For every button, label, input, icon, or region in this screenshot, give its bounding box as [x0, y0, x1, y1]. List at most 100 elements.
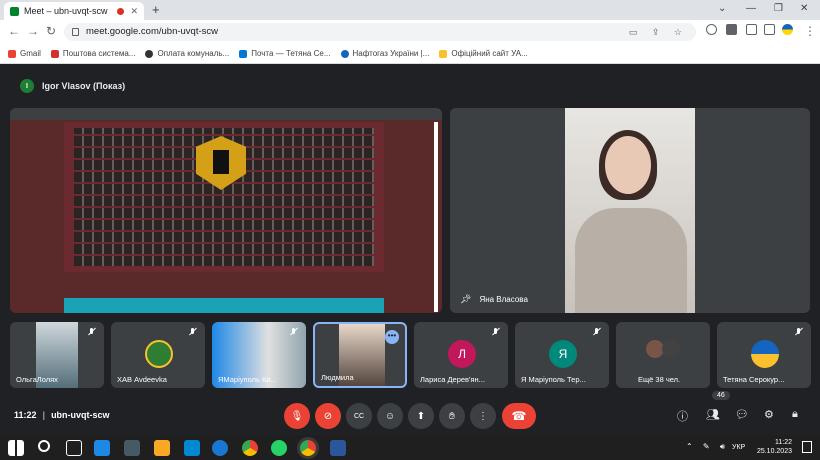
participants-count-badge: 46	[712, 391, 730, 400]
search-icon[interactable]	[38, 440, 50, 452]
word-icon[interactable]	[330, 440, 346, 456]
windows-taskbar: ⌃ ✎ 🔊︎ УКР 11:22 25.10.2023	[0, 435, 820, 460]
meet-favicon-icon	[10, 6, 19, 16]
speaker-video	[565, 108, 695, 313]
tab-title: Meet – ubn-uvqt-scw	[24, 6, 108, 16]
activities-icon[interactable]: ⚙︎	[764, 408, 774, 421]
participant-tile-active[interactable]: ••• Людмила	[313, 322, 407, 388]
whatsapp-icon[interactable]	[271, 440, 287, 456]
participant-tile[interactable]: Тетяна Серокур...	[717, 322, 811, 388]
bookmark-gmail[interactable]: Gmail	[8, 49, 41, 58]
meeting-info: 11:22 | ubn-uvqt-scw	[14, 410, 110, 420]
participant-avatar: Я	[549, 340, 577, 368]
reading-list-icon[interactable]	[746, 24, 757, 35]
more-options-button[interactable]: ⋮	[470, 403, 496, 429]
back-button[interactable]: ←	[8, 24, 20, 38]
new-tab-button[interactable]: +	[152, 2, 160, 18]
shared-window-titlebar	[10, 108, 442, 120]
meet-stage: I Igor Vlasov (Показ) 📌︎ Яна Власова Оль…	[0, 65, 820, 435]
task-view-icon[interactable]	[66, 440, 82, 456]
reactions-button[interactable]: ☺	[377, 403, 403, 429]
leave-call-button[interactable]: ☎︎	[502, 403, 536, 429]
minimize-button[interactable]: —	[746, 3, 756, 14]
edge-browser-icon[interactable]	[212, 440, 228, 456]
notifications-icon[interactable]	[802, 441, 812, 453]
present-button[interactable]: ⬆	[408, 403, 434, 429]
screen-share-view[interactable]	[10, 108, 442, 313]
url-text: meet.google.com/ubn-uvqt-scw	[86, 26, 219, 37]
chrome-icon[interactable]	[242, 440, 258, 456]
participant-tile[interactable]: Л Лариса Дерев'ян...	[414, 322, 508, 388]
side-panel-icon[interactable]	[764, 24, 775, 35]
presenter-avatar: I	[20, 79, 34, 93]
bookmark-mail-system[interactable]: Поштова система...	[50, 49, 135, 58]
restore-button[interactable]: ❐	[774, 3, 783, 14]
reload-button[interactable]: ↻	[46, 24, 56, 38]
puzzle-icon[interactable]	[726, 24, 737, 35]
participant-avatar: Л	[448, 340, 476, 368]
close-tab-icon[interactable]: ✕	[130, 6, 138, 17]
mic-off-icon	[492, 328, 500, 336]
more-options-icon[interactable]: •••	[385, 330, 399, 344]
more-participants-tile[interactable]: Ещё 38 чел.	[616, 322, 710, 388]
forward-button[interactable]: →	[27, 24, 39, 38]
profile-avatar[interactable]	[782, 24, 793, 35]
participant-tile[interactable]: ХАВ Avdeevka	[111, 322, 205, 388]
participant-emblem	[145, 340, 173, 368]
tab-strip: Meet – ubn-uvqt-scw ✕ + ⌄ — ❐ ✕	[0, 0, 820, 20]
people-icon[interactable]: 👥︎	[706, 408, 720, 421]
info-icon[interactable]: ⓘ	[677, 408, 688, 424]
captions-button[interactable]: CC	[346, 403, 372, 429]
mic-toggle-button[interactable]: 🎙︎	[284, 403, 310, 429]
lock-icon	[72, 28, 79, 36]
speaker-tile[interactable]: 📌︎ Яна Власова	[450, 108, 810, 313]
presenter-header: I Igor Vlasov (Показ)	[20, 79, 125, 93]
tray-clock[interactable]: 11:22 25.10.2023	[757, 438, 792, 456]
url-field[interactable]: meet.google.com/ubn-uvqt-scw ▭ ⇪ ☆	[64, 23, 696, 41]
trident-icon	[439, 49, 448, 58]
outlook-icon	[239, 49, 248, 58]
speaker-name-label: 📌︎ Яна Власова	[460, 294, 528, 305]
memorial-slide-image	[64, 122, 384, 272]
meeting-controls: 11:22 | ubn-uvqt-scw 🎙︎ ⊘ CC ☺ ⬆ ✋︎ ⋮ ☎︎ ⓘ…	[0, 391, 820, 435]
close-window-button[interactable]: ✕	[800, 3, 808, 14]
tray-icons[interactable]: ⌃ ✎ 🔊︎	[686, 442, 729, 452]
participant-tile[interactable]: ЯМаріуполь Ки...	[212, 322, 306, 388]
file-explorer-icon[interactable]	[154, 440, 170, 456]
address-bar-row: ← → ↻ meet.google.com/ubn-uvqt-scw ▭ ⇪ ☆…	[0, 20, 820, 44]
input-language[interactable]: УКР	[732, 444, 745, 451]
windows-start-icon[interactable]	[8, 440, 24, 456]
participant-avatar	[751, 340, 779, 368]
recording-icon	[117, 7, 125, 15]
edge-icon[interactable]	[94, 440, 110, 456]
tab-search-icon[interactable]: ⌄	[718, 3, 726, 14]
shared-scrollbar	[434, 122, 438, 312]
naftogaz-icon	[340, 49, 349, 58]
tab-meet[interactable]: Meet – ubn-uvqt-scw ✕	[4, 2, 144, 20]
camera-toggle-button[interactable]: ⊘	[315, 403, 341, 429]
mail-icon	[50, 49, 59, 58]
gmail-icon	[8, 49, 16, 58]
presenter-label: Igor Vlasov (Показ)	[42, 81, 126, 91]
extension-icon[interactable]	[706, 24, 717, 35]
raise-hand-button[interactable]: ✋︎	[439, 403, 465, 429]
omnibox-icons[interactable]: ▭ ⇪ ☆	[629, 23, 688, 41]
chat-icon[interactable]: 💬︎	[735, 408, 749, 421]
app-icon[interactable]	[124, 440, 140, 456]
store-icon[interactable]	[184, 440, 200, 456]
chrome-active-icon[interactable]	[300, 440, 316, 456]
participant-tile[interactable]: ОльгаЛолях	[10, 322, 104, 388]
utility-icon	[145, 49, 154, 58]
participant-avatar	[662, 340, 680, 358]
participant-tile[interactable]: Я Я Маріуполь Тер...	[515, 322, 609, 388]
bookmark-utilities[interactable]: Оплата комуналь...	[145, 49, 229, 58]
pin-icon[interactable]: 📌︎	[460, 294, 471, 305]
host-controls-icon[interactable]: 🔒︎	[792, 408, 798, 421]
slide-footer-bar	[64, 298, 384, 313]
mic-off-icon	[189, 328, 197, 336]
chrome-menu-icon[interactable]: ⋮	[804, 24, 816, 38]
bookmark-naftogaz[interactable]: Нафтогаз України |...	[340, 49, 429, 58]
bookmark-official-site[interactable]: Офіційний сайт УА...	[439, 49, 528, 58]
bookmark-outlook[interactable]: Почта — Тетяна Се...	[239, 49, 331, 58]
mic-off-icon	[88, 328, 96, 336]
